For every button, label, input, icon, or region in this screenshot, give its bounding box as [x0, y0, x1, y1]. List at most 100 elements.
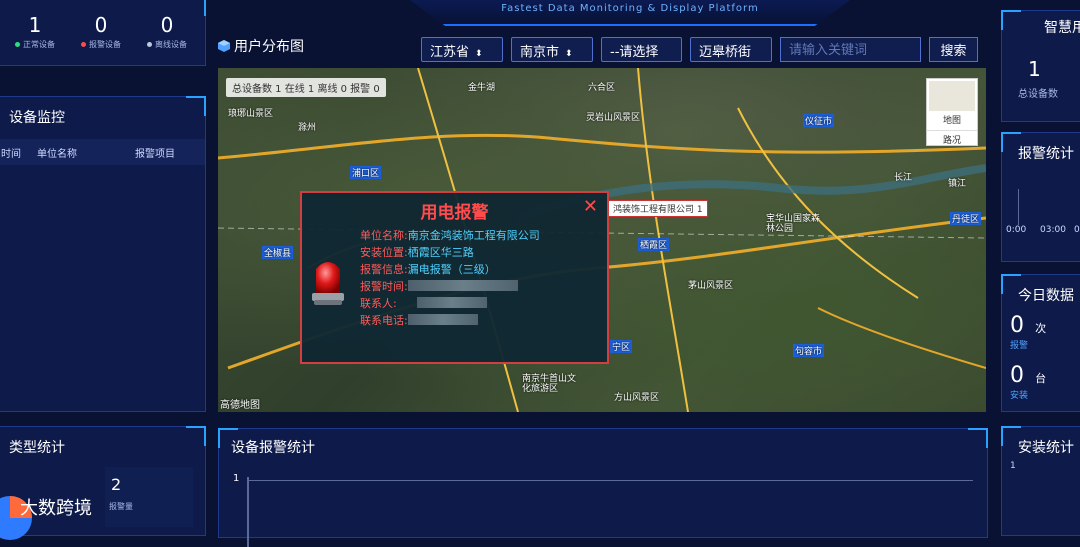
panel-title: 安装统计 [1018, 440, 1074, 456]
detail-key: 报警信息: [360, 263, 408, 276]
normal-device-stat: 1 正常设备 [15, 13, 55, 50]
alarm-detail-list: 单位名称:南京金鸿装饰工程有限公司 安装位置:栖霞区华三路 报警信息:漏电报警（… [360, 227, 540, 329]
panel-title: 智慧用 [1044, 20, 1080, 36]
place-label: 长江 [894, 173, 913, 183]
redacted-value [407, 280, 518, 291]
device-monitor-panel: 设备监控 时间 单位名称 报警项目 [0, 96, 206, 412]
today-data-panel: 今日数据 0 次 报警 0 台 安装 [1001, 274, 1080, 412]
updown-caret-icon: ⬍ [475, 49, 483, 59]
today-install-unit: 台 [1035, 372, 1047, 385]
street-select[interactable]: 迈皋桥街 [690, 37, 772, 62]
panel-title: 报警统计 [1018, 146, 1074, 162]
today-alarm-count: 0 [1010, 313, 1024, 338]
total-device-label: 总设备数 [1018, 89, 1058, 100]
electric-alarm-popup: 用电报警 ✕ 单位名称:南京金鸿装饰工程有限公司 安装位置:栖霞区华三路 报警信… [300, 191, 609, 364]
detail-value: 南京金鸿装饰工程有限公司 [407, 229, 540, 242]
place-label: 滁州 [298, 123, 317, 133]
alarm-status-dot [81, 42, 86, 47]
place-label: 茅山风景区 [688, 281, 734, 291]
panel-title: 今日数据 [1018, 288, 1074, 304]
map-layer-toggle[interactable]: 地图 路况 [926, 78, 978, 146]
smart-summary-panel: 智慧用 1 总设备数 [1001, 10, 1080, 122]
detail-key: 联系电话: [360, 314, 408, 327]
device-marker-label[interactable]: 鸿装饰工程有限公司 1 [608, 200, 708, 217]
place-label: 仪征市 [803, 114, 835, 127]
province-value: 江苏省 [430, 45, 470, 60]
popup-title: 用电报警 [420, 203, 489, 223]
today-install-stat: 0 台 安装 [1010, 363, 1046, 401]
detail-row-phone: 联系电话: [360, 312, 540, 329]
search-button[interactable]: 搜索 [929, 37, 978, 62]
today-alarm-label: 报警 [1010, 341, 1029, 351]
street-value: 迈皋桥街 [699, 45, 752, 60]
platform-header: Fastest Data Monitoring & Display Platfo… [410, 0, 850, 26]
panel-title: 设备报警统计 [231, 440, 315, 456]
alarm-count-value: 2 [111, 475, 122, 494]
offline-device-stat: 0 离线设备 [147, 13, 187, 50]
column-alarm-item: 报警项目 [135, 149, 175, 160]
alarm-device-label: 报警设备 [89, 40, 121, 49]
y-axis-line [1018, 189, 1019, 225]
place-label: 灵岩山风景区 [586, 113, 641, 123]
header-subtitle: Fastest Data Monitoring & Display Platfo… [501, 3, 759, 14]
detail-key: 报警时间: [360, 280, 408, 293]
map-device-stats: 总设备数 1 在线 1 离线 0 报警 0 [226, 78, 386, 97]
detail-key: 单位名称: [360, 229, 408, 242]
total-device-count: 1 [1028, 57, 1041, 81]
alarm-device-stat: 0 报警设备 [81, 13, 121, 50]
place-label: 浦口区 [350, 166, 382, 179]
place-label: 宝华山国家森林公园 [766, 214, 821, 234]
panel-title: 类型统计 [9, 440, 65, 456]
monitor-table-header: 时间 单位名称 报警项目 [0, 139, 205, 165]
today-alarm-stat: 0 次 报警 [1010, 313, 1046, 351]
y-tick: 1 [1010, 461, 1016, 471]
map-section-title: 用户分布图 [218, 36, 304, 56]
alarm-stats-panel: 报警统计 0:00 03:00 0 [1001, 132, 1080, 262]
panel-title: 设备监控 [9, 110, 65, 126]
normal-device-count: 1 [28, 13, 42, 37]
city-select[interactable]: 南京市 ⬍ [511, 37, 593, 62]
column-unit-name: 单位名称 [37, 149, 77, 160]
place-label: 全椒县 [262, 246, 294, 259]
grid-line [247, 480, 973, 481]
detail-row-unit: 单位名称:南京金鸿装饰工程有限公司 [360, 227, 540, 244]
map-attribution: 高德地图 [220, 400, 260, 411]
normal-status-dot [15, 42, 20, 47]
district-select[interactable]: --请选择 [601, 37, 682, 62]
detail-row-alarm-info: 报警信息:漏电报警（三级） [360, 261, 540, 278]
detail-key: 联系人: [360, 297, 397, 310]
place-label: 六合区 [588, 83, 616, 93]
offline-device-count: 0 [160, 13, 174, 37]
detail-value: 漏电报警（三级） [407, 263, 496, 276]
alarm-count-label: 报警量 [109, 502, 133, 511]
x-tick: 0 [1074, 225, 1080, 235]
redacted-value [416, 297, 487, 308]
x-tick: 03:00 [1040, 225, 1066, 235]
close-icon[interactable]: ✕ [583, 196, 598, 217]
place-label: 句容市 [793, 344, 825, 357]
map-type-label[interactable]: 地图 [927, 113, 977, 126]
alarm-siren-icon [312, 262, 344, 305]
today-install-count: 0 [1010, 363, 1024, 388]
map-title-text: 用户分布图 [234, 39, 304, 55]
offline-device-label: 离线设备 [155, 40, 187, 49]
x-tick: 0:00 [1006, 225, 1027, 235]
alarm-device-count: 0 [94, 13, 108, 37]
cube-icon [218, 40, 230, 52]
place-label: 琅琊山景区 [228, 109, 274, 119]
place-label: 镇江 [948, 179, 967, 189]
y-tick: 1 [233, 473, 240, 484]
keyword-search-input[interactable] [780, 37, 921, 62]
today-alarm-unit: 次 [1035, 322, 1047, 335]
province-select[interactable]: 江苏省 ⬍ [421, 37, 503, 62]
district-value: --请选择 [610, 45, 659, 60]
place-label: 金牛湖 [468, 83, 496, 93]
detail-value: 栖霞区华三路 [407, 246, 474, 259]
detail-row-contact: 联系人: [360, 295, 540, 312]
alarm-count-card: 2 报警量 [105, 467, 193, 527]
traffic-toggle[interactable]: 路况 [927, 130, 977, 146]
normal-device-label: 正常设备 [23, 40, 55, 49]
today-install-label: 安装 [1010, 391, 1029, 401]
detail-key: 安装位置: [360, 246, 408, 259]
updown-caret-icon: ⬍ [565, 49, 573, 59]
